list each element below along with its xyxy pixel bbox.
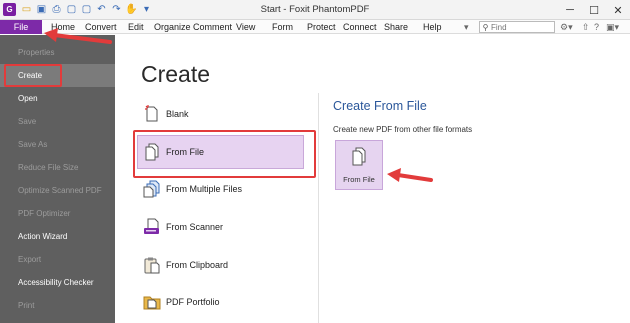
menu-file[interactable]: File [0,20,42,34]
pane-description: Create new PDF from other file formats [333,125,473,134]
sidebar-item-reduce-file-size[interactable]: Reduce File Size [0,156,115,179]
blank-page-icon [142,104,162,124]
option-label: Blank [166,109,189,119]
search-icon: ⚲ [482,22,489,32]
help-icon[interactable]: ? [594,21,599,33]
option-from-scanner[interactable]: From Scanner [142,213,223,241]
annotation-box-create [4,64,62,87]
annotation-box-from-file [133,130,316,178]
pane-divider [318,93,319,323]
find-box: ⚲ [479,21,555,33]
sidebar-item-accessibility-checker[interactable]: Accessibility Checker [0,271,115,294]
menu-connect[interactable]: Connect [343,20,377,34]
up-arrow-icon[interactable]: ⇧ [582,21,590,33]
clipboard-icon [142,255,162,275]
menu-form[interactable]: Form [272,20,293,34]
user-icon[interactable]: ▣▾ [606,21,619,33]
minimize-button[interactable]: ─ [558,0,582,20]
menu-help[interactable]: Help [423,20,442,34]
menu-expand-icon[interactable]: ▾ [464,21,469,33]
pane-title: Create From File [333,99,427,113]
find-input[interactable] [491,22,553,32]
sidebar-item-action-wizard[interactable]: Action Wizard [0,225,115,248]
option-label: PDF Portfolio [166,297,220,307]
window-title: Start - Foxit PhantomPDF [260,4,370,15]
tile-label: From File [343,174,375,184]
menu-edit[interactable]: Edit [128,20,144,34]
multiple-files-icon [142,179,162,199]
annotation-arrow-file [44,28,112,44]
settings-icon[interactable]: ⚙▾ [560,21,573,33]
page-title: Create [141,61,211,87]
sidebar-item-optimize-scanned-pdf[interactable]: Optimize Scanned PDF [0,179,115,202]
scanner-icon [142,217,162,237]
portfolio-icon [142,292,162,312]
menu-share[interactable]: Share [384,20,408,34]
option-label: From Clipboard [166,260,229,270]
sidebar-item-save-as[interactable]: Save As [0,133,115,156]
sidebar-item-export[interactable]: Export [0,248,115,271]
option-from-clipboard[interactable]: From Clipboard [142,251,228,279]
sidebar-item-open[interactable]: Open [0,87,115,110]
sidebar-item-pdf-optimizer[interactable]: PDF Optimizer [0,202,115,225]
sidebar-item-save[interactable]: Save [0,110,115,133]
annotation-arrow-tile [387,168,433,182]
option-label: From Scanner [166,222,224,232]
menu-protect[interactable]: Protect [307,20,336,34]
option-label: From Multiple Files [166,184,243,194]
option-blank[interactable]: Blank [142,100,189,128]
maximize-button[interactable]: ☐ [582,0,606,20]
menu-comment[interactable]: Comment [193,20,232,34]
create-panel: Create Blank From File From Multiple Fil… [115,35,630,323]
from-file-icon [350,147,368,169]
window-controls: ─ ☐ ✕ [558,0,630,20]
menu-organize[interactable]: Organize [154,20,191,34]
close-button[interactable]: ✕ [606,0,630,20]
menu-view[interactable]: View [236,20,255,34]
option-pdf-portfolio[interactable]: PDF Portfolio [142,288,220,316]
from-file-tile-button[interactable]: From File [335,140,383,190]
sidebar-item-print[interactable]: Print [0,294,115,317]
option-from-multiple-files[interactable]: From Multiple Files [142,175,242,203]
title-bar: G ▭ ▣ ⎙ ▢ ▢ ↶ ↷ ✋ ▾ Start - Foxit PhantomPDF ─ ☐… [0,0,630,20]
